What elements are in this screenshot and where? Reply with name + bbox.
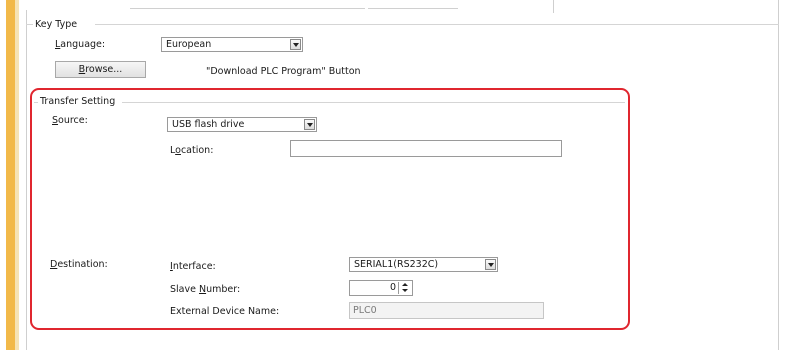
group-border [26,24,33,25]
panel-right-edge [778,0,779,350]
browse-button[interactable]: Browse... [55,61,146,78]
group-left-edge [26,10,27,350]
language-select-value: European [166,39,212,50]
group-border [95,24,779,25]
key-type-group-label: Key Type [35,19,78,30]
download-button-caption: "Download PLC Program" Button [206,66,361,77]
language-label-text: anguage: [60,39,106,50]
tab-edge-line [130,8,365,9]
browse-button-label: rowse... [85,64,123,75]
divider [553,0,554,13]
chevron-down-icon[interactable] [290,39,301,50]
sidebar-accent [6,0,15,350]
language-select[interactable]: European [161,37,303,52]
highlight-frame [30,88,630,330]
language-label: Language: [55,39,105,51]
tab-edge-line [368,8,458,9]
